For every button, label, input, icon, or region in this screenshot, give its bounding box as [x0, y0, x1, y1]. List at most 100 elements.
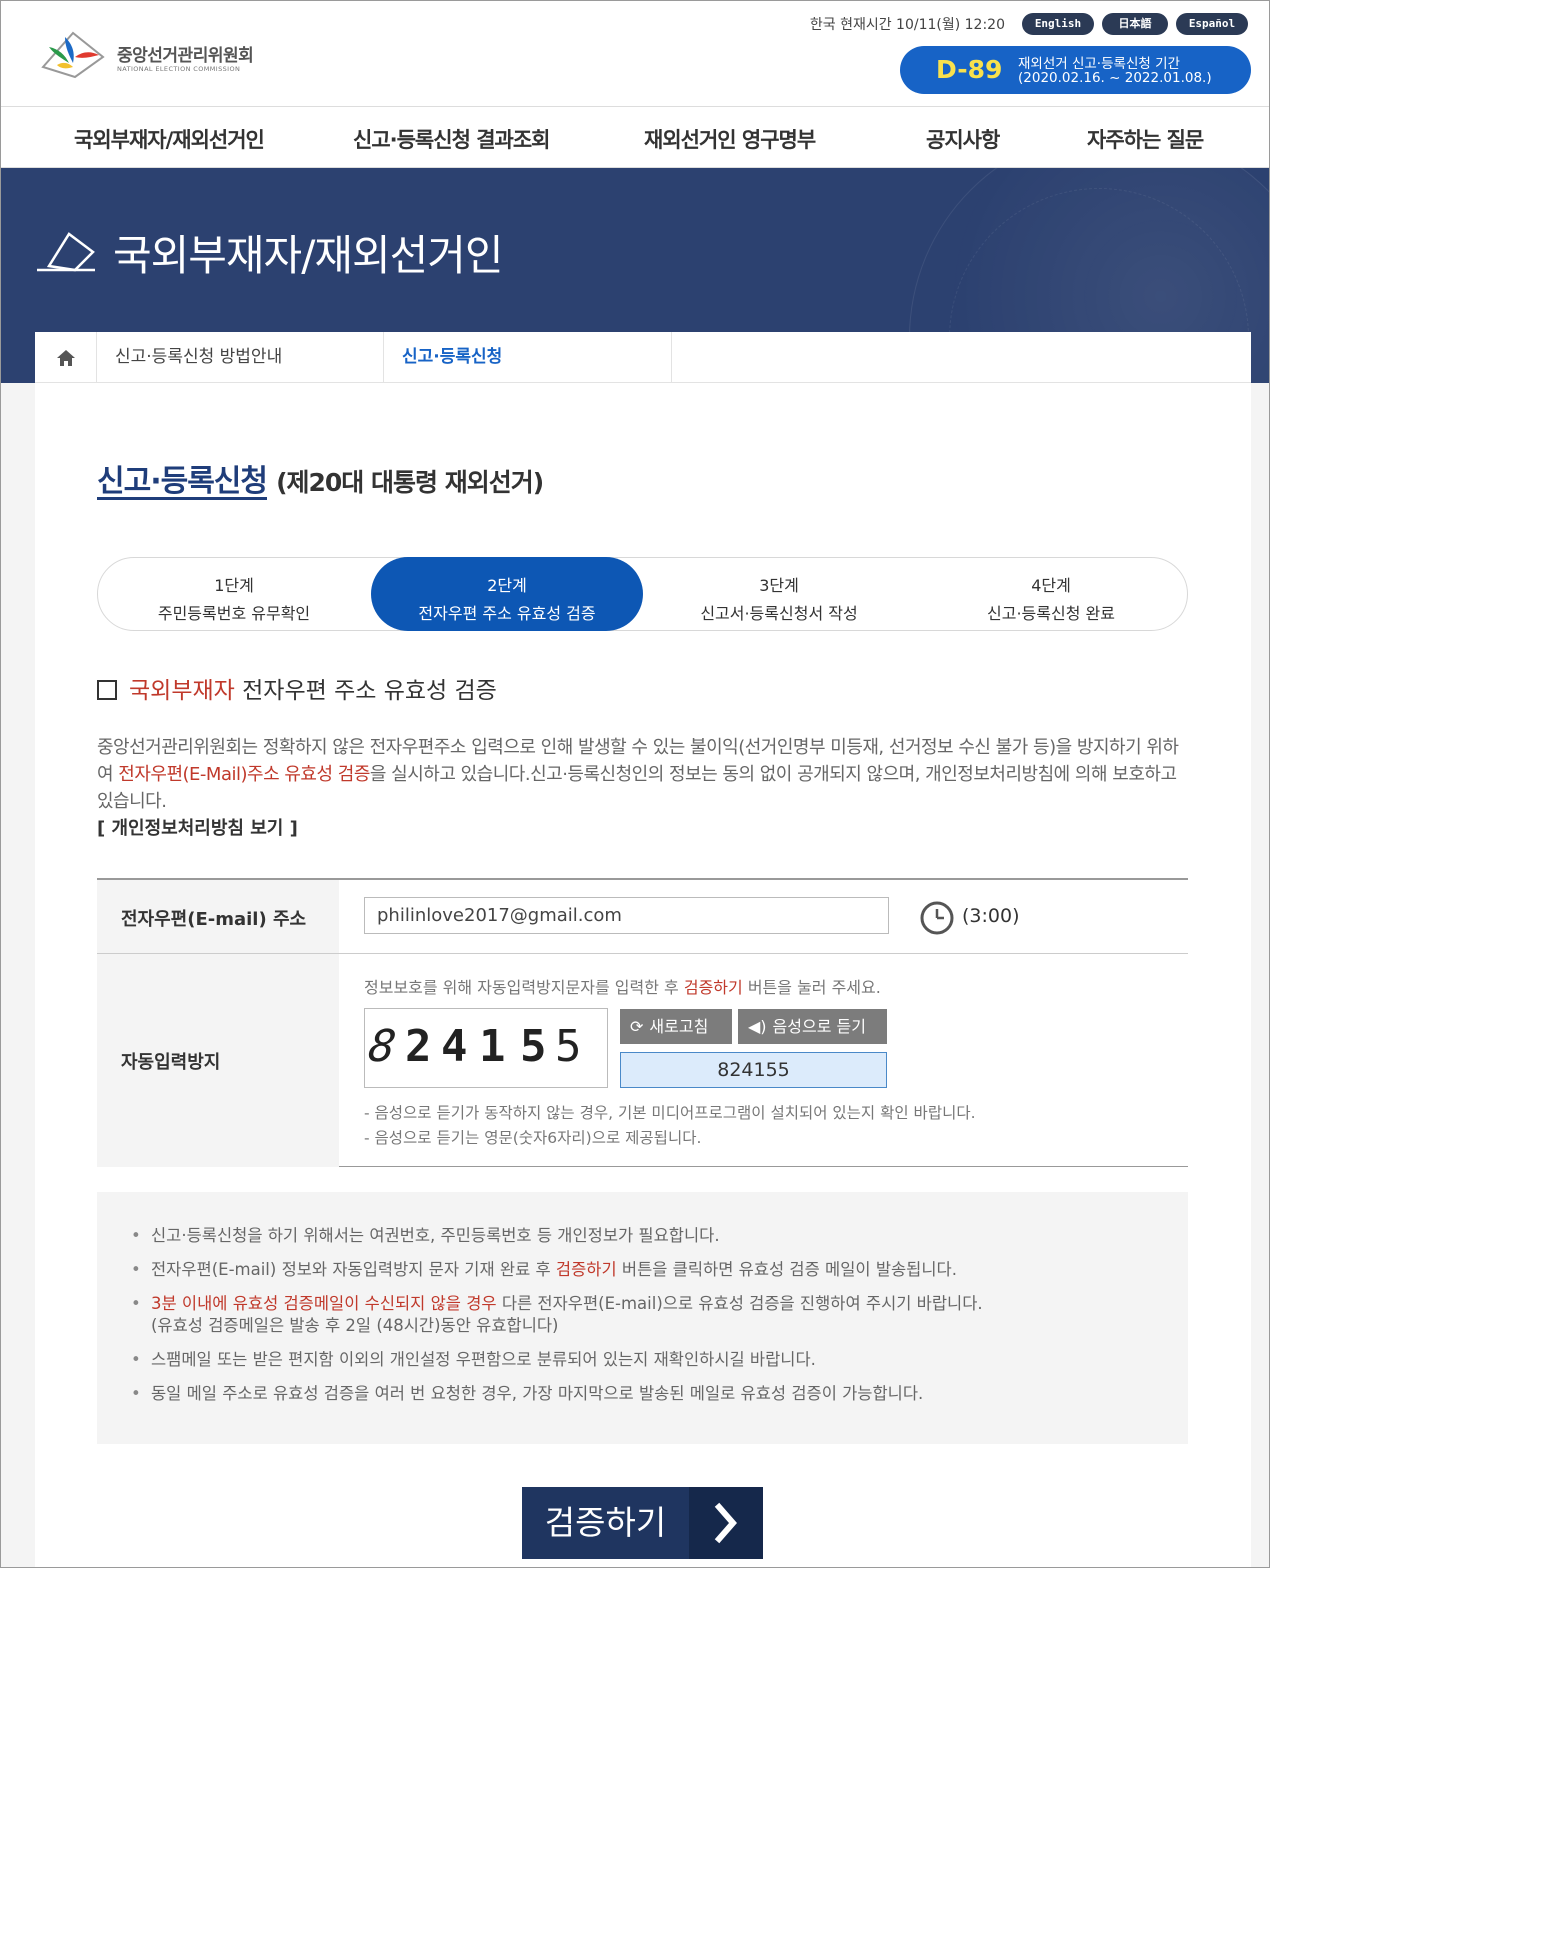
dday-badge: D-89 재외선거 신고·등록신청 기간 (2020.02.16. ~ 2022…	[900, 46, 1251, 94]
lang-japanese-button[interactable]: 日本語	[1102, 13, 1168, 35]
speaker-icon: ◀)	[748, 1017, 767, 1036]
email-row: 전자우편(E-mail) 주소 (3:00)	[97, 880, 1188, 954]
banner-title: 국외부재자/재외선거인	[113, 231, 504, 280]
captcha-row: 자동입력방지 정보보호를 위해 자동입력방지문자를 입력한 후 검증하기 버튼을…	[97, 954, 1188, 1167]
site-logo[interactable]: 중앙선거관리위원회 NATIONAL ELECTION COMMISSION	[35, 27, 275, 83]
step-description: 신고서·등록신청서 작성	[700, 604, 858, 623]
info-item: 전자우편(E-mail) 정보와 자동입력방지 문자 기재 완료 후 검증하기 …	[131, 1259, 983, 1281]
info-text: 동일 메일 주소로 유효성 검증을 여러 번 요청한 경우, 가장 마지막으로 …	[151, 1384, 924, 1403]
info-text: 다른 전자우편(E-mail)으로 유효성 검증을 진행하여 주시기 바랍니다.	[496, 1294, 983, 1313]
step-3: 3단계 신고서·등록신청서 작성	[643, 558, 915, 630]
audio-label: 음성으로 듣기	[772, 1017, 866, 1036]
captcha-row-header: 자동입력방지	[97, 954, 339, 1167]
info-text: 버튼을 클릭하면 유효성 검증 메일이 발송됩니다.	[616, 1260, 957, 1279]
info-list: 신고·등록신청을 하기 위해서는 여권번호, 주민등록번호 등 개인정보가 필요…	[131, 1225, 983, 1417]
step-number: 1단계	[214, 576, 254, 595]
captcha-audio-button[interactable]: ◀) 음성으로 듣기	[738, 1009, 887, 1044]
info-box: 신고·등록신청을 하기 위해서는 여권번호, 주민등록번호 등 개인정보가 필요…	[97, 1192, 1188, 1444]
lang-spanish-button[interactable]: Español	[1176, 13, 1248, 35]
captcha-digit: 1	[479, 1021, 506, 1072]
dday-period: (2020.02.16. ~ 2022.01.08.)	[1018, 70, 1212, 86]
captcha-digit: 5	[555, 1021, 582, 1072]
email-input[interactable]	[364, 897, 889, 934]
info-highlight: 검증하기	[555, 1260, 617, 1279]
step-1: 1단계 주민등록번호 유무확인	[98, 558, 370, 630]
home-button[interactable]	[35, 332, 97, 383]
logo-title: 중앙선거관리위원회	[117, 46, 254, 66]
section-heading-text: 전자우편 주소 유효성 검증	[234, 678, 497, 704]
dday-title: 재외선거 신고·등록신청 기간	[1018, 56, 1180, 72]
step-4: 4단계 신고·등록신청 완료	[915, 558, 1187, 630]
dday-count: D-89	[936, 55, 1003, 84]
step-number: 2단계	[487, 576, 527, 595]
step-2: 2단계 전자우편 주소 유효성 검증	[371, 557, 643, 631]
refresh-label: 새로고침	[649, 1017, 709, 1036]
page-title-main: 신고·등록신청	[97, 464, 268, 499]
page-title: 신고·등록신청 (제20대 대통령 재외선거)	[97, 456, 544, 500]
verification-form: 전자우편(E-mail) 주소 (3:00) 자동입력방지 정보보호를 위해 자…	[97, 878, 1188, 1167]
info-item: 동일 메일 주소로 유효성 검증을 여러 번 요청한 경우, 가장 마지막으로 …	[131, 1383, 983, 1405]
captcha-digit: 8	[365, 1021, 400, 1072]
page-gutter-right	[1249, 383, 1269, 1567]
main-nav: 국외부재자/재외선거인 신고·등록신청 결과조회 재외선거인 영구명부 공지사항…	[1, 107, 1269, 168]
captcha-note: - 음성으로 듣기가 동작하지 않는 경우, 기본 미디어프로그램이 설치되어 …	[364, 1104, 976, 1122]
site-header: 중앙선거관리위원회 NATIONAL ELECTION COMMISSION 한…	[1, 1, 1269, 107]
captcha-label: 자동입력방지	[121, 1052, 221, 1073]
nav-item-overseas-voter[interactable]: 국외부재자/재외선거인	[74, 124, 265, 154]
verify-button[interactable]: 검증하기	[522, 1487, 763, 1559]
captcha-input[interactable]	[620, 1052, 887, 1088]
info-text: (유효성 검증메일은 발송 후 2일 (48시간)동안 유효합니다)	[151, 1316, 559, 1335]
captcha-instruction-part-1: 정보보호를 위해 자동입력방지문자를 입력한 후	[364, 978, 684, 997]
lang-english-button[interactable]: English	[1022, 13, 1094, 35]
captcha-digit: 2	[405, 1021, 432, 1072]
captcha-refresh-button[interactable]: ⟳ 새로고침	[620, 1009, 732, 1044]
korea-time: 한국 현재시간 10/11(월) 12:20	[809, 17, 1005, 33]
page-frame: 중앙선거관리위원회 NATIONAL ELECTION COMMISSION 한…	[0, 0, 1270, 1568]
square-bullet-icon	[97, 680, 117, 700]
breadcrumb-registration[interactable]: 신고·등록신청	[384, 332, 672, 383]
intro-highlight: 전자우편(E-Mail)주소 유효성 검증	[118, 764, 370, 785]
captcha-instruction-highlight: 검증하기	[683, 978, 743, 997]
captcha-digit: 4	[441, 1021, 468, 1072]
refresh-icon: ⟳	[630, 1017, 644, 1036]
step-number: 4단계	[1031, 576, 1071, 595]
captcha-notes: - 음성으로 듣기가 동작하지 않는 경우, 기본 미디어프로그램이 설치되어 …	[364, 1101, 976, 1151]
step-description: 신고·등록신청 완료	[987, 604, 1115, 623]
progress-steps: 1단계 주민등록번호 유무확인 2단계 전자우편 주소 유효성 검증 3단계 신…	[97, 557, 1188, 631]
captcha-instruction-part-2: 버튼을 눌러 주세요.	[742, 978, 881, 997]
page-title-sub: (제20대 대통령 재외선거)	[276, 468, 544, 497]
captcha-image: 8 2 4 1 5 5	[364, 1008, 608, 1088]
step-description: 전자우편 주소 유효성 검증	[418, 604, 596, 623]
breadcrumb: 신고·등록신청 방법안내 신고·등록신청	[35, 332, 1251, 383]
home-icon	[57, 350, 75, 366]
ballot-box-icon	[37, 232, 95, 272]
nec-emblem-icon	[41, 31, 105, 79]
privacy-policy-link[interactable]: [ 개인정보처리방침 보기 ]	[97, 814, 298, 840]
captcha-digit: 5	[520, 1021, 547, 1072]
captcha-note: - 음성으로 듣기는 영문(숫자6자리)으로 제공됩니다.	[364, 1129, 702, 1147]
logo-subtitle: NATIONAL ELECTION COMMISSION	[117, 65, 241, 73]
info-text: 전자우편(E-mail) 정보와 자동입력방지 문자 기재 완료 후	[151, 1260, 556, 1279]
chevron-right-icon	[689, 1487, 763, 1559]
info-item: 스팸메일 또는 받은 편지함 이외의 개인설정 우편함으로 분류되어 있는지 재…	[131, 1349, 983, 1371]
nav-item-notices[interactable]: 공지사항	[926, 124, 1000, 154]
info-highlight: 3분 이내에 유효성 검증메일이 수신되지 않을 경우	[151, 1294, 497, 1313]
nav-item-faq[interactable]: 자주하는 질문	[1087, 124, 1204, 154]
step-number: 3단계	[759, 576, 799, 595]
clock-icon	[920, 901, 954, 935]
step-description: 주민등록번호 유무확인	[157, 604, 311, 623]
section-heading: 국외부재자 전자우편 주소 유효성 검증	[97, 671, 497, 705]
info-item: 신고·등록신청을 하기 위해서는 여권번호, 주민등록번호 등 개인정보가 필요…	[131, 1225, 983, 1247]
nav-item-permanent-register[interactable]: 재외선거인 영구명부	[644, 124, 816, 154]
nav-item-result-lookup[interactable]: 신고·등록신청 결과조회	[353, 124, 550, 154]
email-label: 전자우편(E-mail) 주소	[121, 909, 307, 930]
info-text: 신고·등록신청을 하기 위해서는 여권번호, 주민등록번호 등 개인정보가 필요…	[151, 1226, 720, 1245]
intro-text: 중앙선거관리위원회는 정확하지 않은 전자우편주소 입력으로 인해 발생할 수 …	[97, 734, 1192, 815]
section-heading-highlight: 국외부재자	[129, 678, 235, 704]
verify-button-label: 검증하기	[544, 1503, 667, 1542]
email-row-header: 전자우편(E-mail) 주소	[97, 880, 339, 953]
breadcrumb-guide[interactable]: 신고·등록신청 방법안내	[97, 332, 384, 383]
captcha-instruction: 정보보호를 위해 자동입력방지문자를 입력한 후 검증하기 버튼을 눌러 주세요…	[364, 974, 881, 998]
countdown-timer: (3:00)	[962, 905, 1020, 927]
info-text: 스팸메일 또는 받은 편지함 이외의 개인설정 우편함으로 분류되어 있는지 재…	[151, 1350, 816, 1369]
